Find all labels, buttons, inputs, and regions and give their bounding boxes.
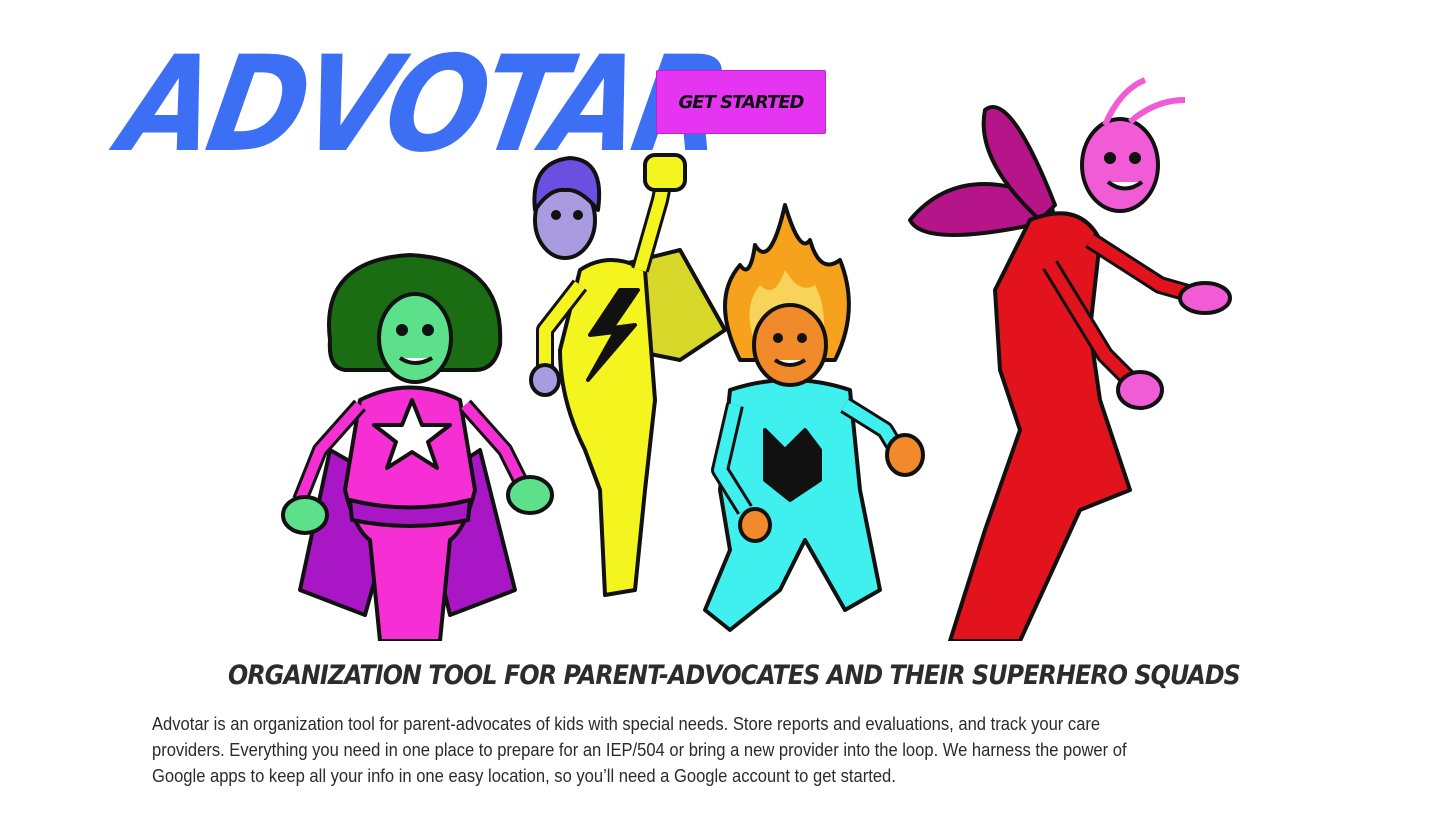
superhero-squad-image <box>281 77 1232 641</box>
lightning-hero-figure <box>529 153 727 597</box>
app-description: Advotar is an organization tool for pare… <box>152 714 1127 786</box>
superhero-illustration <box>260 70 1260 641</box>
get-started-button[interactable]: GET STARTED <box>656 70 826 134</box>
page-tagline: ORGANIZATION TOOL FOR PARENT-ADVOCATES A… <box>228 660 1241 691</box>
star-hero-figure <box>281 253 554 641</box>
antenna-hero-figure <box>908 77 1232 641</box>
fire-hero-figure <box>703 203 925 632</box>
